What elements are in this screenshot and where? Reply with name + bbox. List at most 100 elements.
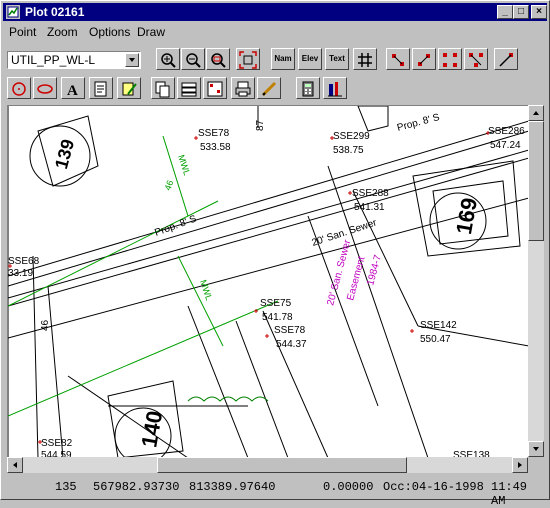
printer-icon bbox=[235, 81, 251, 97]
window-title: Plot 02161 bbox=[25, 5, 85, 19]
scroll-right-icon[interactable] bbox=[512, 457, 528, 473]
horizontal-scrollbar[interactable] bbox=[7, 457, 528, 473]
point-tool-5-button[interactable] bbox=[494, 48, 518, 70]
point-tool-4-button[interactable] bbox=[464, 48, 488, 70]
scroll-up-icon[interactable] bbox=[528, 105, 544, 121]
point-elev: 544.37 bbox=[276, 339, 307, 350]
zoom-in-button[interactable] bbox=[156, 48, 180, 70]
layers-button[interactable] bbox=[177, 77, 201, 99]
notes-button[interactable] bbox=[89, 77, 113, 99]
point-4-icon bbox=[469, 53, 483, 67]
maximize-button[interactable]: □ bbox=[513, 5, 529, 19]
text-label-button[interactable]: Text bbox=[325, 48, 349, 70]
point-elev: 541.31 bbox=[354, 202, 385, 213]
zoom-window-button[interactable] bbox=[206, 48, 230, 70]
point-elev: 33.19 bbox=[8, 268, 33, 279]
menu-bar: Point Zoom Options Draw bbox=[3, 23, 547, 41]
point-elev: 541.78 bbox=[262, 312, 293, 323]
point-label: SSE68 bbox=[8, 256, 40, 267]
name-label-text: Nam bbox=[274, 54, 292, 63]
menu-options[interactable]: Options bbox=[89, 25, 130, 39]
lot-number: 46 bbox=[162, 179, 175, 192]
circle-tool-button[interactable] bbox=[7, 77, 31, 99]
elev-label-text: Elev bbox=[301, 54, 319, 63]
notes-icon bbox=[94, 81, 107, 97]
easement-doc-label: 1984-7 bbox=[365, 253, 384, 286]
lot-number-large: 139 bbox=[51, 137, 78, 171]
text-label-text: Text bbox=[329, 54, 345, 63]
plot-canvas[interactable]: SSE78 533.58 SSE299 538.75 SSE286 547.24… bbox=[7, 105, 530, 459]
plot-button[interactable] bbox=[203, 77, 227, 99]
calculator-icon bbox=[302, 81, 314, 97]
point-elev: 550.47 bbox=[420, 334, 451, 345]
copy-button[interactable] bbox=[151, 77, 175, 99]
profile-icon bbox=[328, 82, 342, 97]
scroll-down-icon[interactable] bbox=[528, 441, 544, 457]
point-5-icon bbox=[499, 53, 513, 67]
font-icon: A bbox=[67, 83, 78, 98]
ellipse-icon bbox=[37, 84, 53, 94]
chevron-down-icon[interactable] bbox=[125, 53, 139, 67]
minimize-button[interactable]: _ bbox=[497, 5, 513, 19]
road-label: Prop. 8' S bbox=[396, 112, 441, 134]
menu-zoom[interactable]: Zoom bbox=[47, 25, 78, 39]
menu-draw[interactable]: Draw bbox=[137, 25, 165, 39]
status-date: Occ:04-16-1998 bbox=[383, 480, 484, 494]
close-button[interactable]: × bbox=[531, 5, 547, 19]
point-1-icon bbox=[392, 54, 404, 66]
title-bar[interactable]: Plot 02161 _ □ × bbox=[3, 3, 547, 21]
status-easting: 813389.97640 bbox=[189, 480, 276, 494]
print-button[interactable] bbox=[231, 77, 255, 99]
point-tool-3-button[interactable] bbox=[438, 48, 462, 70]
point-label: SSE78 bbox=[198, 128, 230, 139]
point-2-icon bbox=[418, 54, 430, 66]
point-tool-2-button[interactable] bbox=[412, 48, 436, 70]
map-drawing[interactable]: SSE78 533.58 SSE299 538.75 SSE286 547.24… bbox=[8, 106, 529, 458]
zoom-extents-button[interactable] bbox=[236, 48, 260, 70]
svg-text:A: A bbox=[67, 83, 78, 98]
layers-icon bbox=[181, 82, 197, 97]
status-northing: 567982.93730 bbox=[93, 480, 180, 494]
edit-button[interactable] bbox=[117, 77, 141, 99]
point-tool-1-button[interactable] bbox=[386, 48, 410, 70]
easement-label: Easement bbox=[345, 255, 367, 302]
mwl-label: MWL bbox=[198, 279, 214, 302]
lot-number-large: 140 bbox=[136, 409, 167, 450]
grid-button[interactable] bbox=[353, 48, 377, 70]
horizontal-scroll-thumb[interactable] bbox=[157, 457, 407, 473]
point-label: SSE82 bbox=[41, 438, 73, 449]
menu-point[interactable]: Point bbox=[9, 25, 36, 39]
text-tool-button[interactable]: A bbox=[61, 77, 85, 99]
status-bar: 135 567982.93730 813389.97640 0.00000 Oc… bbox=[3, 477, 547, 508]
application-window: Plot 02161 _ □ × Point Zoom Options Draw… bbox=[0, 0, 550, 508]
zoom-window-icon bbox=[211, 53, 226, 68]
point-label: SSE142 bbox=[420, 320, 457, 331]
zoom-out-button[interactable] bbox=[181, 48, 205, 70]
ellipse-tool-button[interactable] bbox=[33, 77, 57, 99]
mwl-label: MWL bbox=[176, 154, 192, 177]
edit-icon bbox=[122, 82, 137, 96]
app-icon bbox=[6, 5, 20, 19]
pencil-button[interactable] bbox=[257, 77, 281, 99]
vertical-scroll-thumb[interactable] bbox=[528, 121, 544, 241]
name-label-button[interactable]: Nam bbox=[271, 48, 295, 70]
scroll-corner bbox=[528, 457, 544, 473]
calculator-button[interactable] bbox=[296, 77, 320, 99]
vertical-scrollbar[interactable] bbox=[528, 105, 544, 457]
lot-number-large: 169 bbox=[451, 196, 482, 237]
zoom-out-icon bbox=[186, 53, 201, 68]
point-3-icon bbox=[443, 53, 457, 67]
status-time: 11:49 AM bbox=[491, 480, 528, 508]
zoom-extents-icon bbox=[239, 51, 257, 69]
point-label: SSE299 bbox=[333, 131, 370, 142]
profile-button[interactable] bbox=[323, 77, 347, 99]
zoom-in-icon bbox=[161, 53, 176, 68]
elev-label-button[interactable]: Elev bbox=[298, 48, 322, 70]
scroll-left-icon[interactable] bbox=[7, 457, 23, 473]
point-label: SSE75 bbox=[260, 298, 292, 309]
point-elev: 533.58 bbox=[200, 142, 231, 153]
status-point-number: 135 bbox=[55, 480, 77, 494]
grid-icon bbox=[358, 53, 372, 67]
copy-icon bbox=[155, 81, 170, 98]
layer-select[interactable]: UTIL_PP_WL-L bbox=[7, 51, 141, 69]
